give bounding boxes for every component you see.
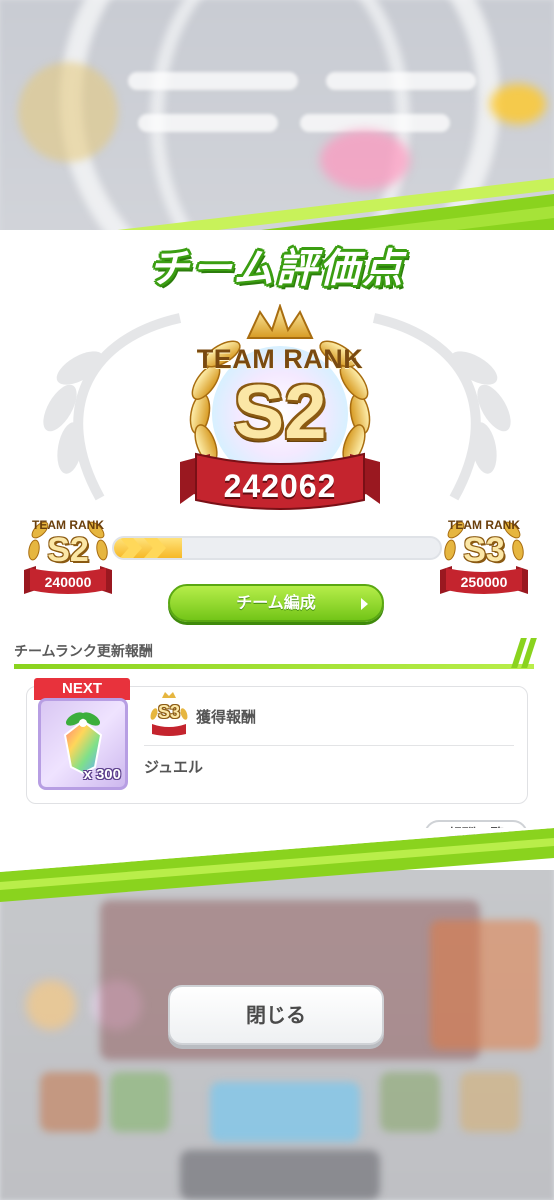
item-quantity: x 300 [83, 766, 121, 783]
next-tag: NEXT [34, 678, 130, 700]
team-formation-button[interactable]: チーム編成 [168, 584, 384, 622]
background-rank-badge [18, 62, 118, 162]
background-hud-button [490, 84, 546, 124]
team-formation-label: チーム編成 [236, 593, 316, 612]
background-hud-bar [128, 72, 298, 90]
close-button[interactable]: 閉じる [168, 985, 384, 1045]
section-title: チームランク更新報酬 [14, 644, 153, 660]
background-character [430, 920, 540, 1050]
reward-rank-value: S3 [157, 702, 181, 722]
progress-to-badge: TEAM RANK S3 250000 [434, 504, 534, 596]
reward-rank-badge: S3 [146, 690, 192, 736]
reward-item-name: ジュエル [144, 758, 203, 776]
background-hud-bar [300, 114, 450, 132]
background-home-tab [210, 1082, 360, 1142]
decorative-wreath-right-icon [372, 313, 511, 501]
background-hud-bar [138, 114, 278, 132]
divider [144, 745, 514, 746]
modal-bottom-stripes [0, 828, 554, 902]
progress-from-badge: TEAM RANK S2 240000 [18, 504, 118, 596]
to-rank-value: S3 [463, 531, 505, 569]
background-nav-tab [110, 1072, 170, 1132]
to-rank-score: 250000 [460, 574, 508, 590]
background-icon [26, 980, 76, 1030]
background-character-legs [180, 1150, 380, 1200]
current-score: 242062 [223, 468, 337, 504]
team-rating-modal: チーム評価点 TEAM RANK S2 242062 TEAM RANK S2 … [0, 178, 554, 902]
arrow-right-icon [361, 598, 368, 610]
background-nav-tab [380, 1072, 440, 1132]
jewel-item-icon-box[interactable]: x 300 [38, 698, 128, 790]
rank-reward-section-header: チームランク更新報酬 [14, 638, 537, 669]
current-rank-badge: TEAM RANK S2 242062 [170, 304, 390, 514]
from-rank-score: 240000 [44, 574, 92, 590]
from-rank-value: S2 [47, 531, 89, 569]
rank-progress-bar [112, 536, 442, 560]
modal-title: チーム評価点 [148, 246, 406, 292]
background-nav-tab [460, 1072, 520, 1132]
section-underline [14, 664, 534, 669]
background-nav-tab [40, 1072, 100, 1132]
background-hud-bar [326, 72, 476, 90]
current-rank-value: S2 [233, 370, 327, 455]
decorative-wreath-left-icon [43, 313, 182, 501]
reward-title: 獲得報酬 [196, 708, 257, 726]
